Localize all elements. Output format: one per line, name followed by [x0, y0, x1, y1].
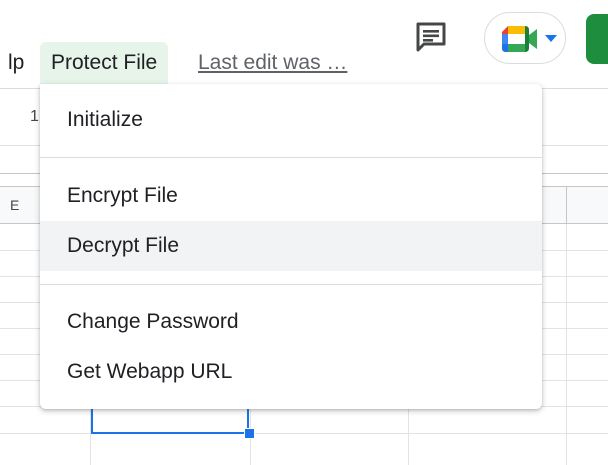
menu-protect-file[interactable]: Protect File: [40, 42, 169, 84]
last-edit-link[interactable]: Last edit was …: [198, 48, 347, 78]
comment-button[interactable]: [414, 20, 448, 54]
column-header-e[interactable]: E: [10, 197, 19, 213]
caret-down-icon: [545, 35, 557, 42]
comment-icon: [416, 22, 446, 52]
meet-button[interactable]: [484, 12, 566, 64]
menu-bar: lp Protect File Last edit was …: [0, 0, 608, 88]
menu-divider: [40, 284, 542, 285]
menu-divider: [40, 157, 542, 158]
menu-item-get-webapp-url[interactable]: Get Webapp URL: [40, 347, 542, 397]
column-separator: [566, 186, 567, 224]
toolbar-zoom-partial: 1: [30, 108, 39, 125]
screen: 1 E lp Protect File Last edit was … Init…: [0, 0, 608, 465]
fill-handle[interactable]: [244, 428, 255, 439]
menu-item-initialize[interactable]: Initialize: [40, 95, 542, 145]
menu-help[interactable]: lp: [8, 48, 24, 78]
menu-item-change-password[interactable]: Change Password: [40, 297, 542, 347]
grid-line: [566, 224, 567, 465]
protect-file-dropdown: Initialize Encrypt File Decrypt File Cha…: [40, 84, 542, 409]
share-button[interactable]: [586, 14, 608, 64]
menu-item-encrypt-file[interactable]: Encrypt File: [40, 171, 542, 221]
google-meet-icon: [502, 26, 537, 52]
menu-item-decrypt-file[interactable]: Decrypt File: [40, 221, 542, 271]
